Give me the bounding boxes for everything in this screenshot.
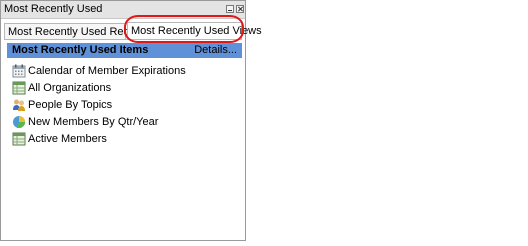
- list-item-label: Calendar of Member Expirations: [28, 65, 186, 77]
- people-icon: [12, 98, 26, 112]
- details-link[interactable]: Details...: [194, 44, 237, 56]
- calendar-icon: [12, 64, 26, 78]
- tab-label: Most Recently Used Views: [131, 25, 262, 37]
- minimize-icon[interactable]: [226, 5, 234, 13]
- panel-titlebar: Most Recently Used: [1, 1, 245, 19]
- tab-most-recently-used-records[interactable]: Most Recently Used Records: [4, 23, 150, 39]
- list-view-icon: [12, 81, 26, 95]
- section-header: Most Recently Used Items Details...: [7, 43, 242, 58]
- list-item-label: New Members By Qtr/Year: [28, 116, 159, 128]
- tab-most-recently-used-views[interactable]: Most Recently Used Views: [127, 22, 262, 40]
- pie-chart-icon: [12, 115, 26, 129]
- most-recently-used-panel: Most Recently Used Most Recently Used Re…: [0, 0, 262, 241]
- close-icon[interactable]: [236, 5, 244, 13]
- section-title: Most Recently Used Items: [12, 44, 149, 56]
- list-item-label: Active Members: [28, 133, 107, 145]
- list-item-label: People By Topics: [28, 99, 113, 111]
- list-item-label: All Organizations: [28, 82, 112, 94]
- tab-strip-divider: [4, 39, 242, 40]
- list-view-icon: [12, 132, 26, 146]
- panel-title: Most Recently Used: [4, 3, 103, 15]
